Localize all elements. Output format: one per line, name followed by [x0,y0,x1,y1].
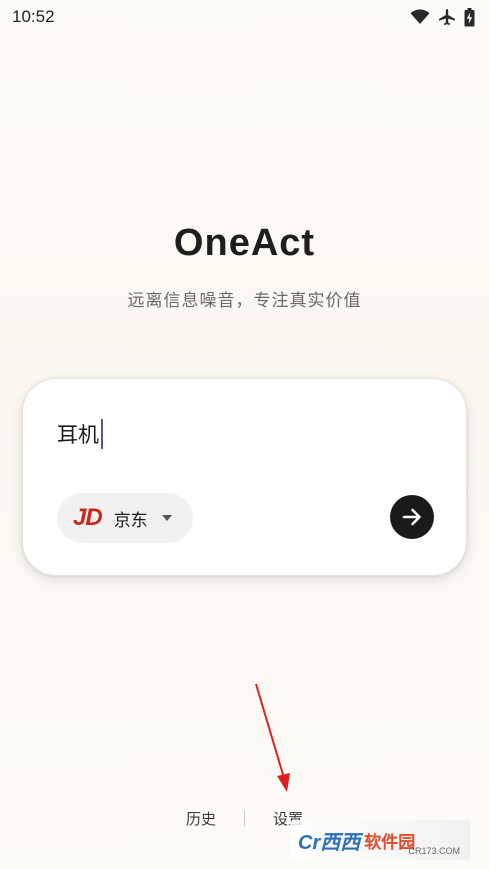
search-input[interactable]: 耳机 [57,419,103,449]
wifi-icon [410,9,430,24]
jd-logo-icon: JD [73,504,103,531]
chevron-down-icon [161,515,172,521]
status-icons [410,7,475,27]
watermark: Cr西西 软件园 CR173.COM [290,820,470,860]
platform-selector[interactable]: JD 京东 [57,493,193,543]
arrow-right-icon [402,508,421,526]
search-card: 耳机 JD 京东 [22,378,467,576]
watermark-logo: Cr西西 [298,831,361,854]
platform-label: 京东 [113,510,148,531]
battery-charging-icon [464,7,475,26]
search-submit-button[interactable] [390,495,434,539]
status-time: 10:52 [12,7,55,26]
watermark-url: CR173.COM [408,846,460,856]
text-caret [101,419,103,449]
app-title: OneAct [173,222,316,264]
nav-divider [244,810,245,826]
search-query-text: 耳机 [57,423,99,447]
app-subtitle: 远离信息噪音，专注真实价值 [127,291,362,311]
status-bar: 10:52 [0,0,489,34]
history-link[interactable]: 历史 [186,808,216,829]
airplane-icon [439,9,455,25]
